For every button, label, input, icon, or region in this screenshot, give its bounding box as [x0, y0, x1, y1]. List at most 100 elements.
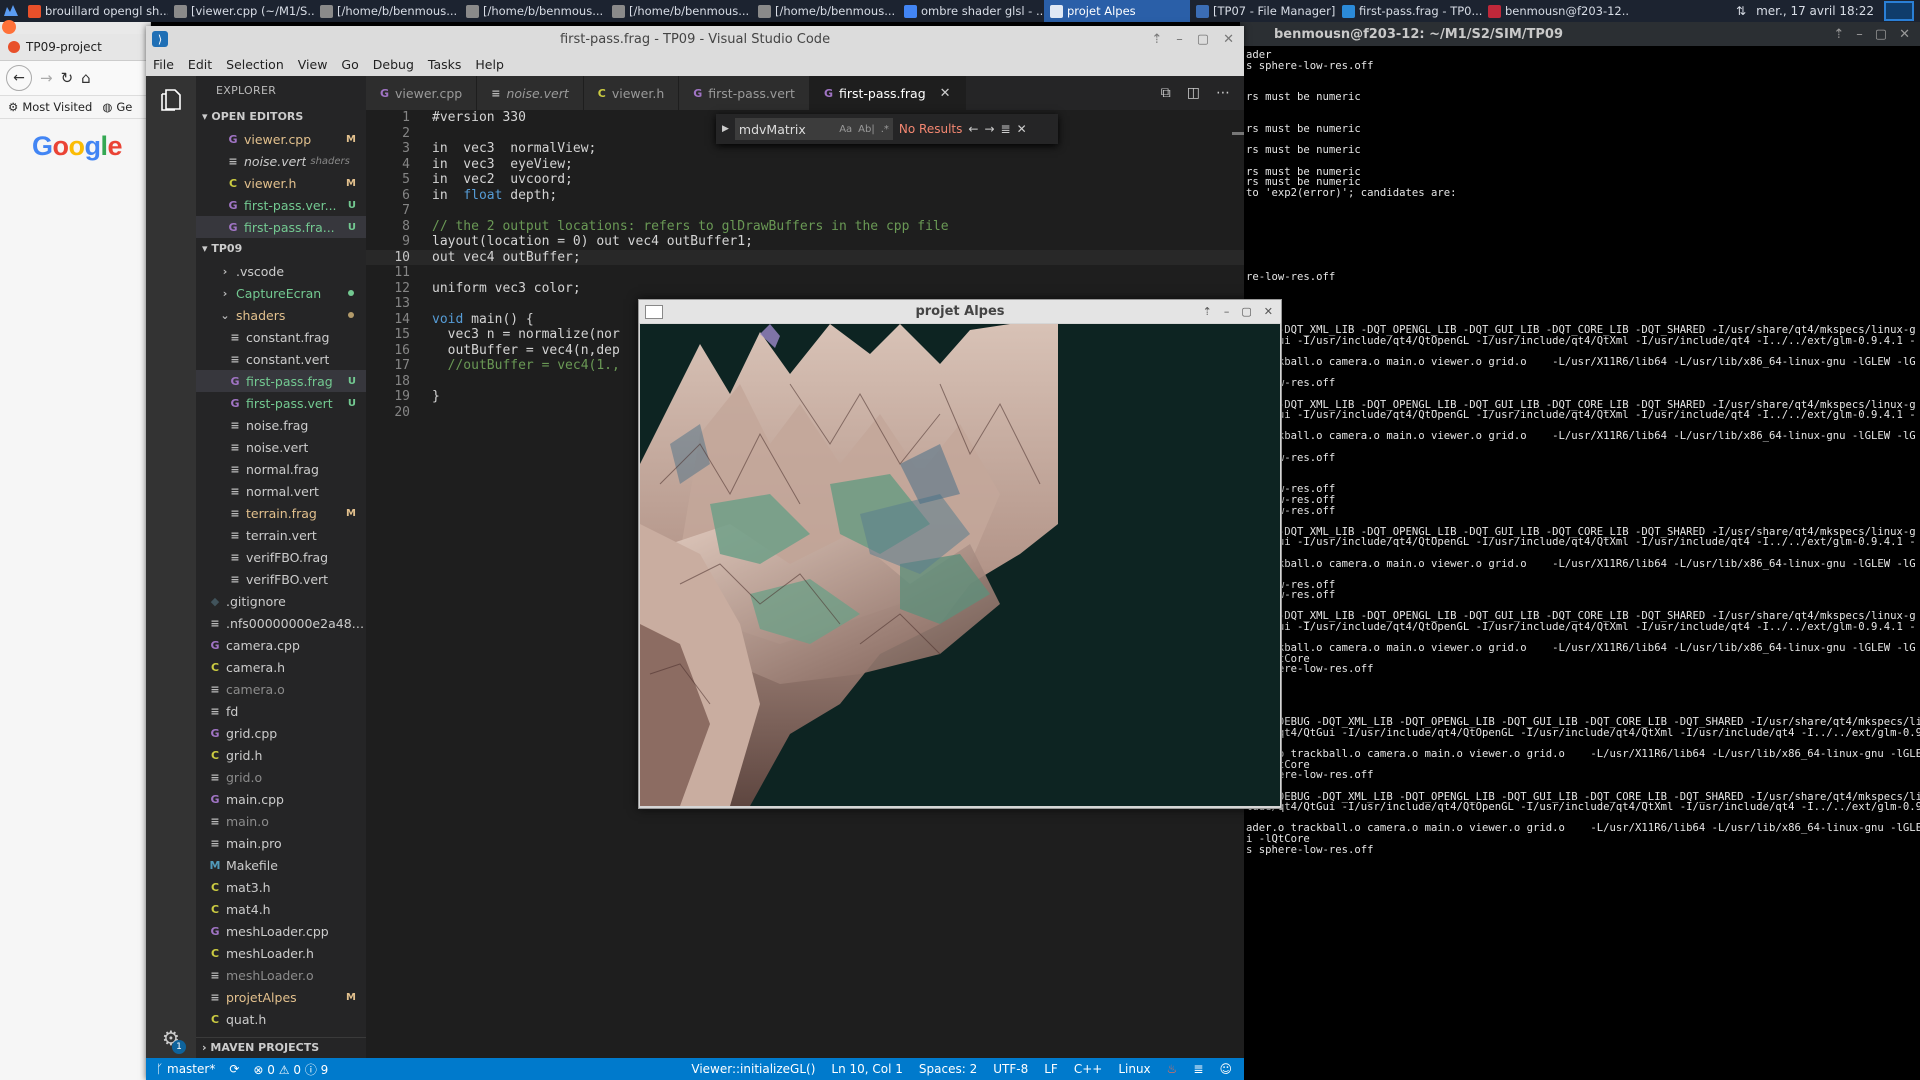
explorer-item[interactable]: ≡ constant.vert — [196, 348, 366, 370]
menu-item-tasks[interactable]: Tasks — [421, 57, 469, 72]
taskbar-task[interactable]: [/home/b/benmous... — [752, 0, 898, 22]
database-icon[interactable]: ≣ — [1193, 1062, 1203, 1076]
open-editors-section[interactable]: ▾ OPEN EDITORS — [196, 106, 366, 128]
explorer-item[interactable]: ≡ meshLoader.o — [196, 964, 366, 986]
workspace-switcher-icon[interactable] — [1884, 1, 1914, 21]
explorer-item[interactable]: ≡ projetAlpes M — [196, 986, 366, 1008]
encoding[interactable]: UTF-8 — [993, 1062, 1028, 1076]
settings-gear-icon[interactable]: ⚙ — [146, 1026, 196, 1050]
explorer-item[interactable]: ≡ grid.o — [196, 766, 366, 788]
close-button[interactable]: ✕ — [1223, 32, 1234, 47]
explorer-item[interactable]: ≡ terrain.frag M — [196, 502, 366, 524]
explorer-item[interactable]: Cviewer.h M — [196, 172, 366, 194]
explorer-item[interactable]: ≡ verifFBO.vert — [196, 568, 366, 590]
start-menu-button[interactable] — [0, 0, 22, 22]
find-in-selection-button[interactable]: ≣ — [1001, 122, 1011, 136]
taskbar-task[interactable]: [/home/b/benmous... — [460, 0, 606, 22]
explorer-item[interactable]: ≡ terrain.vert — [196, 524, 366, 546]
editor-tab[interactable]: ≡ noise.vert — [477, 76, 584, 110]
editor-tab[interactable]: Cviewer.h — [583, 76, 680, 110]
explorer-item[interactable]: ≡ normal.frag — [196, 458, 366, 480]
explorer-item[interactable]: Cgrid.h — [196, 744, 366, 766]
explorer-item[interactable]: ≡ normal.vert — [196, 480, 366, 502]
menu-item-go[interactable]: Go — [334, 57, 365, 72]
terminal-maximize-button[interactable]: ▢ — [1875, 27, 1887, 42]
previous-match-button[interactable]: ← — [968, 122, 978, 136]
reload-button[interactable]: ↻ — [61, 69, 74, 87]
terminal-output[interactable]: ader s sphere-low-res.off rs must be numer… — [1240, 46, 1920, 855]
explorer-item[interactable]: Gfirst-pass.ver... U — [196, 194, 366, 216]
alpes-minimize-button[interactable]: – — [1224, 305, 1230, 318]
network-icon[interactable]: ⇅ — [1736, 4, 1746, 18]
explorer-item[interactable]: Cquat.h — [196, 1008, 366, 1030]
taskbar-task[interactable]: [TP07 - File Manager] — [1190, 0, 1336, 22]
maximize-button[interactable]: ▢ — [1197, 32, 1209, 47]
explorer-item[interactable]: ≡ .nfs00000000e2a48c... — [196, 612, 366, 634]
bookmark-second[interactable]: Ge — [116, 100, 132, 114]
terminal-close-button[interactable]: ✕ — [1899, 27, 1910, 42]
editor-tab[interactable]: Gviewer.cpp — [366, 76, 478, 110]
toggle-replace-icon[interactable]: ▶ — [722, 124, 729, 134]
explorer-item[interactable]: ≡ constant.frag — [196, 326, 366, 348]
regex-toggle[interactable]: .* — [881, 124, 889, 135]
explorer-item[interactable]: Gcamera.cpp — [196, 634, 366, 656]
sync-icon[interactable]: ⟳ — [229, 1062, 239, 1076]
split-editor-icon[interactable]: ◫ — [1187, 85, 1200, 101]
explorer-item[interactable]: Cmat4.h — [196, 898, 366, 920]
next-match-button[interactable]: → — [984, 122, 994, 136]
explorer-item[interactable]: Gfirst-pass.vert U — [196, 392, 366, 414]
taskbar-task[interactable]: [/home/b/benmous... — [314, 0, 460, 22]
explorer-item[interactable]: ≡ noise.frag — [196, 414, 366, 436]
explorer-item[interactable]: ≡ main.o — [196, 810, 366, 832]
explorer-item[interactable]: ≡ fd — [196, 700, 366, 722]
menu-item-help[interactable]: Help — [468, 57, 511, 72]
explorer-item[interactable]: ≡ camera.o — [196, 678, 366, 700]
taskbar-task[interactable]: [/home/b/benmous... — [606, 0, 752, 22]
explorer-item[interactable]: ◆ .gitignore — [196, 590, 366, 612]
explorer-item[interactable]: ≡ main.pro — [196, 832, 366, 854]
explorer-item[interactable]: Gmain.cpp — [196, 788, 366, 810]
menu-item-selection[interactable]: Selection — [219, 57, 291, 72]
alpes-maximize-button[interactable]: ▢ — [1241, 305, 1251, 318]
explorer-item[interactable]: Ccamera.h — [196, 656, 366, 678]
alpes-keep-above-button[interactable]: ⇡ — [1203, 305, 1212, 318]
project-section[interactable]: ▾ TP09 — [196, 238, 366, 260]
explorer-item[interactable]: ≡ noise.vert — [196, 436, 366, 458]
explorer-item[interactable]: ≡ verifFBO.frag — [196, 546, 366, 568]
more-actions-icon[interactable]: ⋯ — [1216, 85, 1230, 101]
home-button[interactable]: ⌂ — [81, 69, 91, 87]
terrain-render-viewport[interactable] — [640, 324, 1280, 806]
indentation[interactable]: Spaces: 2 — [919, 1062, 977, 1076]
maven-projects-section[interactable]: › MAVEN PROJECTS — [196, 1037, 366, 1058]
terminal-keep-above-button[interactable]: ⇡ — [1833, 27, 1844, 42]
browser-tab[interactable]: TP09-project — [0, 34, 150, 61]
open-preview-icon[interactable]: ⧉ — [1161, 85, 1171, 101]
explorer-item[interactable]: Gfirst-pass.fra... U — [196, 216, 366, 238]
taskbar-task[interactable]: first-pass.frag - TP0... — [1336, 0, 1482, 22]
bookmark-most-visited[interactable]: Most Visited — [22, 100, 92, 114]
flame-icon[interactable]: ♨ — [1167, 1062, 1178, 1076]
minimize-button[interactable]: – — [1176, 32, 1183, 47]
menu-item-view[interactable]: View — [291, 57, 335, 72]
end-of-line[interactable]: LF — [1044, 1062, 1058, 1076]
platform[interactable]: Linux — [1118, 1062, 1150, 1076]
taskbar-task[interactable]: [viewer.cpp (~/M1/S... — [168, 0, 314, 22]
explorer-item[interactable]: Cmat3.h — [196, 876, 366, 898]
menu-item-file[interactable]: File — [146, 57, 181, 72]
scrollbar-marker[interactable] — [1232, 132, 1244, 135]
close-find-button[interactable]: ✕ — [1017, 122, 1027, 136]
problems-indicator[interactable]: ⊗ 0 ⚠ 0 ⓘ 9 — [253, 1061, 328, 1078]
back-button[interactable]: ← — [6, 65, 32, 91]
explorer-files-icon[interactable] — [146, 76, 196, 124]
explorer-item[interactable]: M Makefile — [196, 854, 366, 876]
taskbar-task[interactable]: ombre shader glsl - ... — [898, 0, 1044, 22]
current-function[interactable]: Viewer::initializeGL() — [691, 1062, 815, 1076]
menu-item-debug[interactable]: Debug — [366, 57, 421, 72]
terminal-minimize-button[interactable]: – — [1856, 27, 1863, 42]
explorer-item[interactable]: ⌄ shaders — [196, 304, 366, 326]
explorer-item[interactable]: Gviewer.cpp M — [196, 128, 366, 150]
keep-above-button[interactable]: ⇡ — [1151, 32, 1162, 47]
explorer-item[interactable]: › CaptureEcran — [196, 282, 366, 304]
taskbar-task[interactable]: brouillard opengl sh... — [22, 0, 168, 22]
match-case-toggle[interactable]: Aa — [839, 124, 852, 135]
